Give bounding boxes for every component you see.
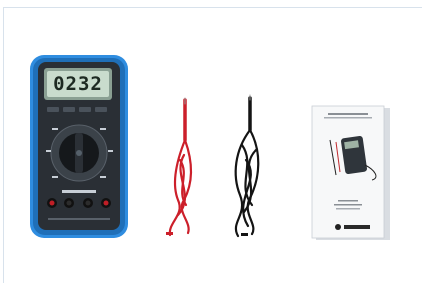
black-test-lead [234, 94, 260, 238]
product-photo [30, 55, 390, 240]
user-manual [311, 105, 390, 240]
red-test-lead [166, 97, 192, 237]
lcd-reading: 0232 [53, 73, 103, 95]
